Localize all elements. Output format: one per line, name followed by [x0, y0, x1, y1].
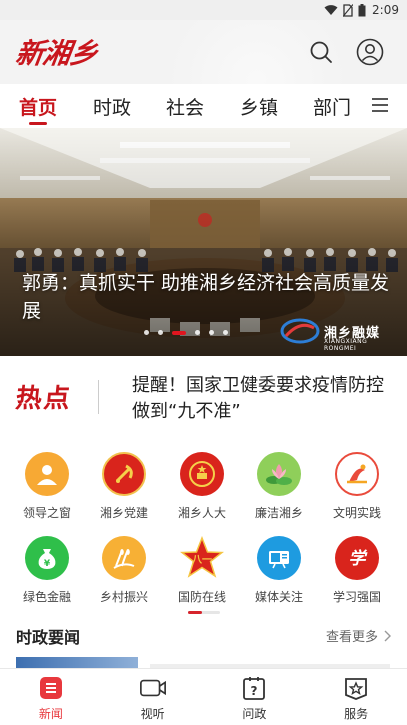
view-more-link[interactable]: 查看更多: [326, 626, 391, 645]
pagination-dot-active[interactable]: [172, 330, 186, 335]
civilization-icon: [335, 452, 379, 496]
video-icon: [139, 675, 167, 701]
banner-caption: 郭勇：真抓实干 助推湘乡经济社会高质量发展: [22, 272, 390, 322]
wifi-icon: [324, 5, 338, 15]
media-icon: [257, 536, 301, 580]
svg-text:¥: ¥: [44, 559, 51, 569]
army-star-icon: 八一: [180, 536, 224, 580]
profile-button[interactable]: [356, 38, 384, 66]
service-label: 廉洁湘乡: [254, 506, 303, 520]
service-leaders-window[interactable]: 领导之窗: [8, 452, 86, 521]
news-section-title: 时政要闻: [16, 628, 81, 647]
view-more-label: 查看更多: [325, 630, 378, 645]
banner-pagination: [144, 330, 228, 335]
service-icon: [342, 675, 370, 701]
wheat-icon: [102, 536, 146, 580]
user-icon: [356, 38, 384, 66]
service-label: 文明实践: [332, 506, 381, 520]
chevron-right-icon: [384, 630, 391, 641]
service-national-defense[interactable]: 八一 国防在线: [163, 536, 241, 605]
hot-label: 热点: [14, 384, 74, 414]
pagination-dot[interactable]: [209, 330, 214, 335]
hot-headline[interactable]: 提醒！国家卫健委要求疫情防控做到“九不准”: [132, 373, 392, 425]
question-icon: ?: [240, 675, 268, 701]
national-emblem-icon: [180, 452, 224, 496]
nav-service[interactable]: 服务: [305, 669, 407, 725]
status-time: 2:09: [372, 3, 399, 17]
section-gap: [0, 440, 407, 450]
service-civilization-practice[interactable]: 文明实践: [318, 452, 396, 521]
pagination-dot[interactable]: [223, 330, 228, 335]
service-label: 媒体关注: [254, 590, 303, 604]
tab-home[interactable]: 首页: [18, 84, 58, 128]
service-label: 湘乡党建: [99, 506, 148, 520]
status-bar: 2:09: [0, 0, 407, 20]
service-party-building[interactable]: 湘乡党建: [85, 452, 163, 521]
tab-society[interactable]: 社会: [165, 84, 205, 128]
svg-text:?: ?: [251, 684, 258, 698]
money-bag-icon: ¥: [25, 536, 69, 580]
search-button[interactable]: [307, 38, 335, 66]
service-label: 乡村振兴: [99, 590, 148, 604]
headline-banner[interactable]: 郭勇：真抓实干 助推湘乡经济社会高质量发展 湘乡融媒 XIANGXIANG RO…: [0, 128, 407, 356]
nav-video[interactable]: 视听: [102, 669, 204, 725]
tab-towns[interactable]: 乡镇: [239, 84, 279, 128]
media-logo-icon: [280, 318, 320, 344]
pagination-dot[interactable]: [195, 330, 200, 335]
service-green-finance[interactable]: ¥ 绿色金融: [8, 536, 86, 605]
lotus-icon: [257, 452, 301, 496]
channel-menu-icon[interactable]: [371, 96, 389, 114]
app-logo: 新湘乡: [13, 37, 100, 70]
nav-inquiry[interactable]: ? 问政: [204, 669, 306, 725]
watermark-subtext: XIANGXIANG RONGMEI: [324, 338, 368, 352]
nav-label: 问政: [242, 707, 267, 721]
service-label: 国防在线: [177, 590, 226, 604]
hot-news-strip[interactable]: 热点 提醒！国家卫健委要求疫情防控做到“九不准”: [0, 356, 407, 440]
app-header: 新湘乡: [0, 20, 407, 84]
news-section-header: 时政要闻 查看更多: [0, 620, 407, 650]
nav-label: 新闻: [38, 707, 63, 721]
channel-tabs: 首页 时政 社会 乡镇 部门: [0, 84, 407, 128]
service-xuexi-qiangguo[interactable]: 学 学习强国: [318, 536, 396, 605]
service-media-focus[interactable]: 媒体关注: [240, 536, 318, 605]
xuexi-icon: 学: [335, 536, 379, 580]
service-rural-revitalization[interactable]: 乡村振兴: [85, 536, 163, 605]
pagination-dot[interactable]: [158, 330, 163, 335]
service-label: 学习强国: [332, 590, 381, 604]
service-label: 湘乡人大: [177, 506, 226, 520]
nav-news[interactable]: 新闻: [0, 669, 102, 725]
service-label: 绿色金融: [22, 590, 71, 604]
tab-politics[interactable]: 时政: [92, 84, 132, 128]
nav-label: 视听: [140, 707, 165, 721]
page-indicator-thumb: [188, 611, 202, 614]
battery-icon: [358, 3, 366, 16]
bottom-navigation: 新闻 视听 ? 问政 服务: [0, 668, 407, 725]
party-emblem-icon: [102, 452, 146, 496]
leader-icon: [25, 452, 69, 496]
service-clean-xiangxiang[interactable]: 廉洁湘乡: [240, 452, 318, 521]
app-screen: 2:09 新湘乡 首页 时政 社会 乡镇 部门 郭勇：真抓实干 助推湘乡经济社会…: [0, 0, 407, 725]
svg-text:学: 学: [349, 549, 369, 569]
hot-divider: [98, 380, 99, 414]
svg-text:八一: 八一: [191, 554, 212, 566]
pagination-dot[interactable]: [144, 330, 149, 335]
tab-departments[interactable]: 部门: [312, 84, 352, 128]
news-icon: [37, 675, 65, 701]
media-watermark: 湘乡融媒 XIANGXIANG RONGMEI: [280, 318, 380, 352]
nav-label: 服务: [344, 707, 369, 721]
no-sim-icon: [343, 3, 354, 17]
search-icon: [310, 41, 332, 63]
service-label: 领导之窗: [22, 506, 71, 520]
grid-page-indicator: [188, 611, 220, 614]
service-peoples-congress[interactable]: 湘乡人大: [163, 452, 241, 521]
